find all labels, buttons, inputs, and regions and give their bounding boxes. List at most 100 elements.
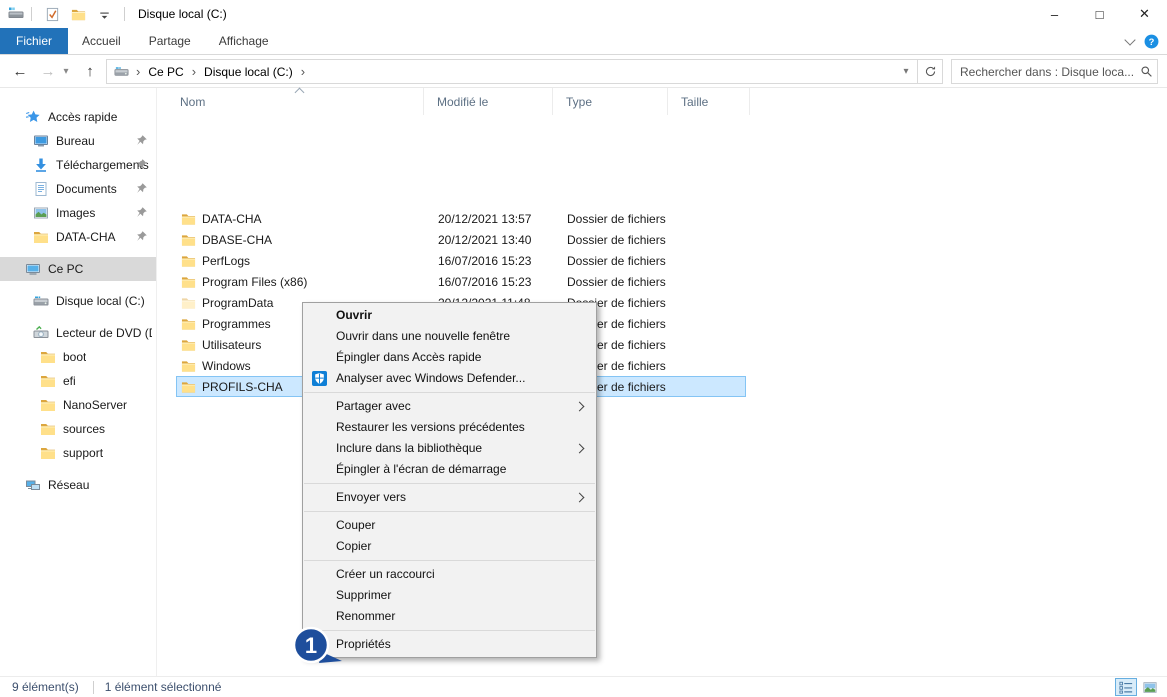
dvd-icon xyxy=(33,325,49,341)
properties-icon[interactable] xyxy=(43,5,61,23)
menu-item-label: Supprimer xyxy=(336,588,391,602)
file-row-perflogs[interactable]: PerfLogs16/07/2016 15:23Dossier de fichi… xyxy=(176,250,746,271)
menu-separator xyxy=(304,630,595,631)
back-button[interactable]: ← xyxy=(8,59,32,83)
menu-item-ouvrir-dans-une-nouvelle-fen-tre[interactable]: Ouvrir dans une nouvelle fenêtre xyxy=(303,326,596,347)
breadcrumb-segment[interactable]: Ce PC xyxy=(147,65,184,79)
minimize-button[interactable]: – xyxy=(1032,0,1077,28)
desktop-icon xyxy=(33,133,49,149)
sidebar-item-data-cha[interactable]: DATA-CHA xyxy=(0,225,156,249)
sidebar-item-images[interactable]: Images xyxy=(0,201,156,225)
folder-icon xyxy=(181,338,196,352)
column-header-modifi-le[interactable]: Modifié le xyxy=(424,88,553,115)
tab-accueil[interactable]: Accueil xyxy=(68,28,135,54)
expand-ribbon-icon[interactable] xyxy=(1124,34,1135,45)
submenu-arrow-icon xyxy=(575,444,585,454)
menu-item-label: Épingler dans Accès rapide xyxy=(336,350,481,364)
file-name: PerfLogs xyxy=(202,254,250,268)
menu-item--pingler-l-cran-de-d-marrage[interactable]: Épingler à l'écran de démarrage xyxy=(303,459,596,480)
sidebar-item-documents[interactable]: Documents xyxy=(0,177,156,201)
menu-item-couper[interactable]: Couper xyxy=(303,515,596,536)
menu-item--pingler-dans-acc-s-rapide[interactable]: Épingler dans Accès rapide xyxy=(303,347,596,368)
explorer-window: Disque local (C:) – □ ✕ FichierAccueilPa… xyxy=(0,0,1167,697)
close-button[interactable]: ✕ xyxy=(1122,0,1167,28)
menu-item-partager-avec[interactable]: Partager avec xyxy=(303,396,596,417)
tab-affichage[interactable]: Affichage xyxy=(205,28,283,54)
sidebar-item-sources[interactable]: sources xyxy=(0,417,156,441)
menu-item-supprimer[interactable]: Supprimer xyxy=(303,585,596,606)
refresh-icon[interactable] xyxy=(918,65,942,78)
breadcrumb-separator-icon[interactable]: › xyxy=(185,64,203,79)
pin-icon[interactable] xyxy=(135,206,148,219)
breadcrumb-segment[interactable]: Disque local (C:) xyxy=(203,65,294,79)
search-icon[interactable] xyxy=(1135,65,1157,78)
menu-item-cr-er-un-raccourci[interactable]: Créer un raccourci xyxy=(303,564,596,585)
file-name: Utilisateurs xyxy=(202,338,261,352)
maximize-button[interactable]: □ xyxy=(1077,0,1122,28)
pin-icon[interactable] xyxy=(135,158,148,171)
sidebar-item-acc-s-rapide[interactable]: Accès rapide xyxy=(0,105,156,129)
menu-item-propri-t-s[interactable]: Propriétés xyxy=(303,634,596,655)
folder-icon xyxy=(181,233,196,247)
drive-icon xyxy=(33,293,49,309)
column-header-taille[interactable]: Taille xyxy=(668,88,750,115)
file-row-program-files-x86-[interactable]: Program Files (x86)16/07/2016 15:23Dossi… xyxy=(176,271,746,292)
sidebar-item-nanoserver[interactable]: NanoServer xyxy=(0,393,156,417)
sidebar-item-lecteur-de-dvd-d-s[interactable]: Lecteur de DVD (D:) S xyxy=(0,321,156,345)
up-button[interactable]: ↑ xyxy=(78,59,102,83)
customize-toolbar-icon[interactable] xyxy=(95,5,113,23)
breadcrumb-separator-icon: › xyxy=(129,64,147,79)
sidebar-item-label: Bureau xyxy=(56,134,95,148)
file-name: Program Files (x86) xyxy=(202,275,307,289)
menu-item-restaurer-les-versions-pr-c-dentes[interactable]: Restaurer les versions précédentes xyxy=(303,417,596,438)
recent-locations-icon[interactable]: ▾ xyxy=(58,59,74,83)
sidebar-item-efi[interactable]: efi xyxy=(0,369,156,393)
column-header-nom[interactable]: Nom xyxy=(160,88,424,115)
sidebar-item-label: DATA-CHA xyxy=(56,230,116,244)
help-icon[interactable]: ? xyxy=(1144,34,1159,49)
breadcrumb-separator-icon[interactable]: › xyxy=(294,64,312,79)
file-name: PROFILS-CHA xyxy=(202,380,283,394)
menu-item-envoyer-vers[interactable]: Envoyer vers xyxy=(303,487,596,508)
file-row-dbase-cha[interactable]: DBASE-CHA20/12/2021 13:40Dossier de fich… xyxy=(176,229,746,250)
sidebar-item-t-l-chargements[interactable]: Téléchargements xyxy=(0,153,156,177)
pin-icon[interactable] xyxy=(135,134,148,147)
file-row-data-cha[interactable]: DATA-CHA20/12/2021 13:57Dossier de fichi… xyxy=(176,208,746,229)
menu-item-analyser-avec-windows-defender-[interactable]: Analyser avec Windows Defender... xyxy=(303,368,596,389)
file-type: Dossier de fichiers xyxy=(554,233,669,247)
pin-icon[interactable] xyxy=(135,230,148,243)
menu-item-inclure-dans-la-biblioth-que[interactable]: Inclure dans la bibliothèque xyxy=(303,438,596,459)
tab-partage[interactable]: Partage xyxy=(135,28,205,54)
sidebar-item-support[interactable]: support xyxy=(0,441,156,465)
sidebar-item-ce-pc[interactable]: Ce PC xyxy=(0,257,156,281)
tab-fichier[interactable]: Fichier xyxy=(0,28,68,54)
forward-button[interactable]: → xyxy=(36,59,60,83)
new-folder-icon[interactable] xyxy=(69,5,87,23)
address-dropdown-icon[interactable]: ▾ xyxy=(895,66,917,77)
file-modified: 16/07/2016 15:23 xyxy=(425,275,554,289)
column-header-type[interactable]: Type xyxy=(553,88,668,115)
sidebar-item-r-seau[interactable]: Réseau xyxy=(0,473,156,497)
sidebar-item-label: Disque local (C:) xyxy=(56,294,145,308)
ribbon-tabs: FichierAccueilPartageAffichage xyxy=(0,28,1167,55)
details-view-button[interactable] xyxy=(1115,678,1137,696)
thumbnail-view-button[interactable] xyxy=(1139,678,1161,696)
sidebar-item-bureau[interactable]: Bureau xyxy=(0,129,156,153)
pin-icon[interactable] xyxy=(135,182,148,195)
menu-item-copier[interactable]: Copier xyxy=(303,536,596,557)
folder-icon xyxy=(40,373,56,389)
menu-separator xyxy=(304,511,595,512)
search-input[interactable] xyxy=(952,65,1135,79)
folder-icon xyxy=(40,349,56,365)
sidebar-item-disque-local-c-[interactable]: Disque local (C:) xyxy=(0,289,156,313)
computer-icon xyxy=(25,261,41,277)
sidebar-item-boot[interactable]: boot xyxy=(0,345,156,369)
folder-icon xyxy=(181,296,196,310)
menu-item-renommer[interactable]: Renommer xyxy=(303,606,596,627)
breadcrumb[interactable]: ›Ce PC›Disque local (C:)› ▾ xyxy=(106,59,943,84)
network-icon xyxy=(25,477,41,493)
menu-item-ouvrir[interactable]: Ouvrir xyxy=(303,305,596,326)
sidebar-item-label: Documents xyxy=(56,182,117,196)
sidebar-item-label: Ce PC xyxy=(48,262,83,276)
selection-count: 1 élément sélectionné xyxy=(105,680,222,694)
